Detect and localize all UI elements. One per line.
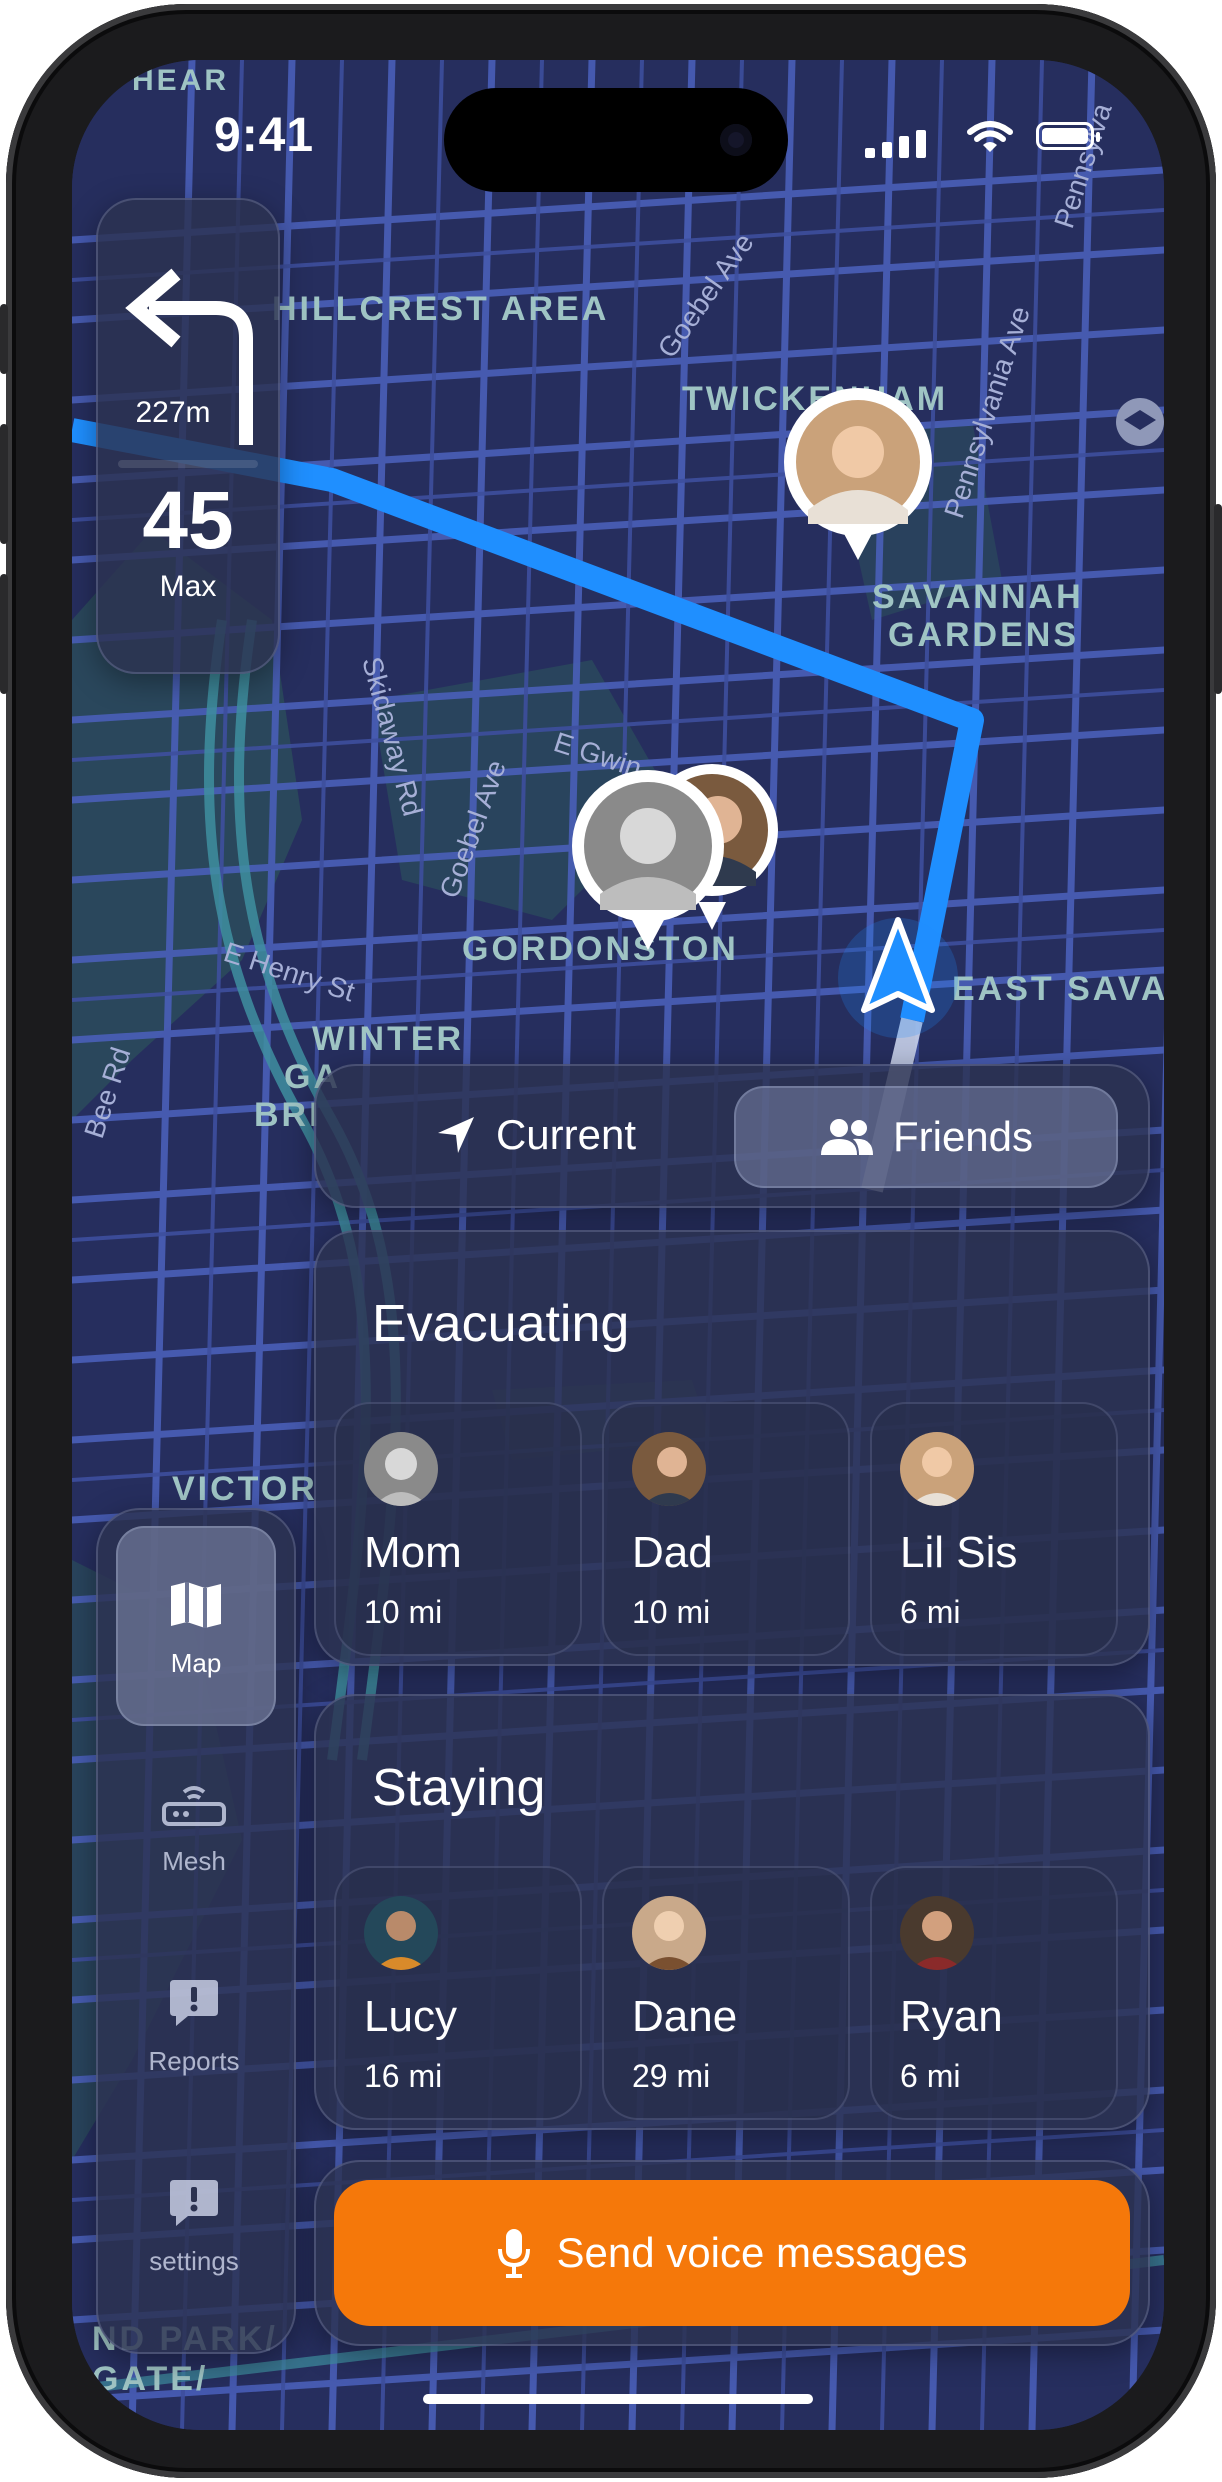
friend-name: Lucy (364, 1992, 457, 2041)
friend-name: Dad (632, 1528, 713, 1577)
speed-limit-label: Max (159, 570, 217, 603)
map-label-area4: GORDONSTON (462, 930, 739, 968)
map-label-area8b: GATE/ (92, 2360, 208, 2398)
sidebar-item-mesh[interactable]: Mesh (116, 1726, 272, 1922)
send-voice-messages-button[interactable]: Send voice messages (334, 2180, 1130, 2326)
location-arrow-icon (437, 1117, 474, 1153)
map-icon (171, 1582, 221, 1628)
phone-frame: HEAR HILLCREST AREA TWICKENHAM SAVANNAH … (0, 4, 1222, 2478)
friend-card-dane[interactable]: Dane 29 mi (602, 1866, 850, 2120)
friend-name: Lil Sis (900, 1528, 1018, 1577)
avatar (900, 1432, 974, 1506)
map-label-area5: EAST SAVA (952, 970, 1164, 1008)
friend-card-dad[interactable]: Dad 10 mi (602, 1402, 850, 1656)
tab-current[interactable]: Current (338, 1086, 732, 1184)
cellular-signal-icon (865, 130, 926, 158)
avatar (364, 1896, 438, 1970)
screen: HEAR HILLCREST AREA TWICKENHAM SAVANNAH … (72, 60, 1164, 2430)
sidebar-item-label: Map (170, 1648, 222, 1678)
group-staying: Staying Lucy 16 mi Dane 29 mi Ryan 6 mi (314, 1694, 1150, 2130)
speed-limit-value: 45 (142, 475, 234, 566)
friend-distance: 6 mi (900, 2058, 961, 2094)
avatar (364, 1432, 438, 1506)
sidebar-item-reports[interactable]: Reports (116, 1926, 272, 2122)
camera-icon (720, 124, 752, 156)
friend-card-lucy[interactable]: Lucy 16 mi (334, 1866, 582, 2120)
status-bar: 9:41 (72, 60, 1164, 192)
avatar (632, 1432, 706, 1506)
power-button (1214, 504, 1222, 694)
friend-distance: 6 mi (900, 1594, 961, 1630)
sidebar-item-label: Mesh (162, 1846, 226, 1876)
map-label-area1: HILLCREST AREA (272, 290, 609, 328)
group-title: Staying (372, 1759, 546, 1817)
microphone-icon (497, 2229, 530, 2278)
group-evacuating: Evacuating Mom 10 mi Dad 10 mi Lil Sis 6… (314, 1230, 1150, 1666)
tab-friends[interactable]: Friends (734, 1086, 1118, 1188)
home-indicator[interactable] (423, 2394, 813, 2404)
sidebar-item-map[interactable]: Map (116, 1526, 276, 1726)
volume-down-button (0, 574, 8, 694)
map-label-area7: VICTOR (172, 1470, 318, 1508)
wifi-icon (967, 121, 1013, 152)
status-time: 9:41 (214, 109, 315, 162)
tab-current-label: Current (495, 1111, 637, 1158)
sidebar-item-label: Reports (148, 2046, 240, 2076)
avatar (900, 1896, 974, 1970)
tab-friends-label: Friends (892, 1113, 1034, 1160)
friend-card-ryan[interactable]: Ryan 6 mi (870, 1866, 1118, 2120)
map-label-area6a: WINTER (312, 1020, 464, 1058)
friend-name: Mom (364, 1528, 462, 1577)
dynamic-island (444, 88, 788, 192)
report-icon (170, 1980, 218, 2026)
sidebar-item-settings[interactable]: settings (116, 2126, 272, 2322)
friend-distance: 10 mi (632, 1594, 711, 1630)
map-label-area3b: GARDENS (888, 616, 1079, 654)
divider (118, 460, 258, 468)
people-icon (820, 1119, 873, 1155)
navigation-card: 227m 45 Max (96, 198, 280, 674)
friend-card-mom[interactable]: Mom 10 mi (334, 1402, 582, 1656)
mute-switch (0, 304, 8, 374)
voice-button-container: Send voice messages (314, 2160, 1150, 2346)
map-label-area6c: BRI (254, 1096, 322, 1134)
voice-button-label: Send voice messages (556, 2229, 968, 2276)
report-icon (170, 2180, 218, 2226)
volume-up-button (0, 424, 8, 544)
avatar (632, 1896, 706, 1970)
sidebar-item-label: settings (149, 2246, 239, 2276)
map-label-area3a: SAVANNAH (872, 578, 1084, 616)
group-title: Evacuating (372, 1295, 630, 1353)
turn-distance: 227m (135, 396, 211, 429)
battery-icon (1036, 122, 1100, 150)
router-icon (162, 1786, 226, 1826)
friend-name: Dane (632, 1992, 738, 2041)
view-segmented-control: Current Friends (314, 1064, 1150, 1208)
friend-distance: 10 mi (364, 1594, 443, 1630)
school-marker-icon[interactable] (1116, 398, 1164, 446)
sidebar: Map Mesh Reports settings (96, 1508, 296, 2354)
friend-distance: 16 mi (364, 2058, 443, 2094)
friend-card-lil-sis[interactable]: Lil Sis 6 mi (870, 1402, 1118, 1656)
friend-distance: 29 mi (632, 2058, 711, 2094)
friend-name: Ryan (900, 1992, 1003, 2041)
current-location-icon (838, 917, 958, 1038)
